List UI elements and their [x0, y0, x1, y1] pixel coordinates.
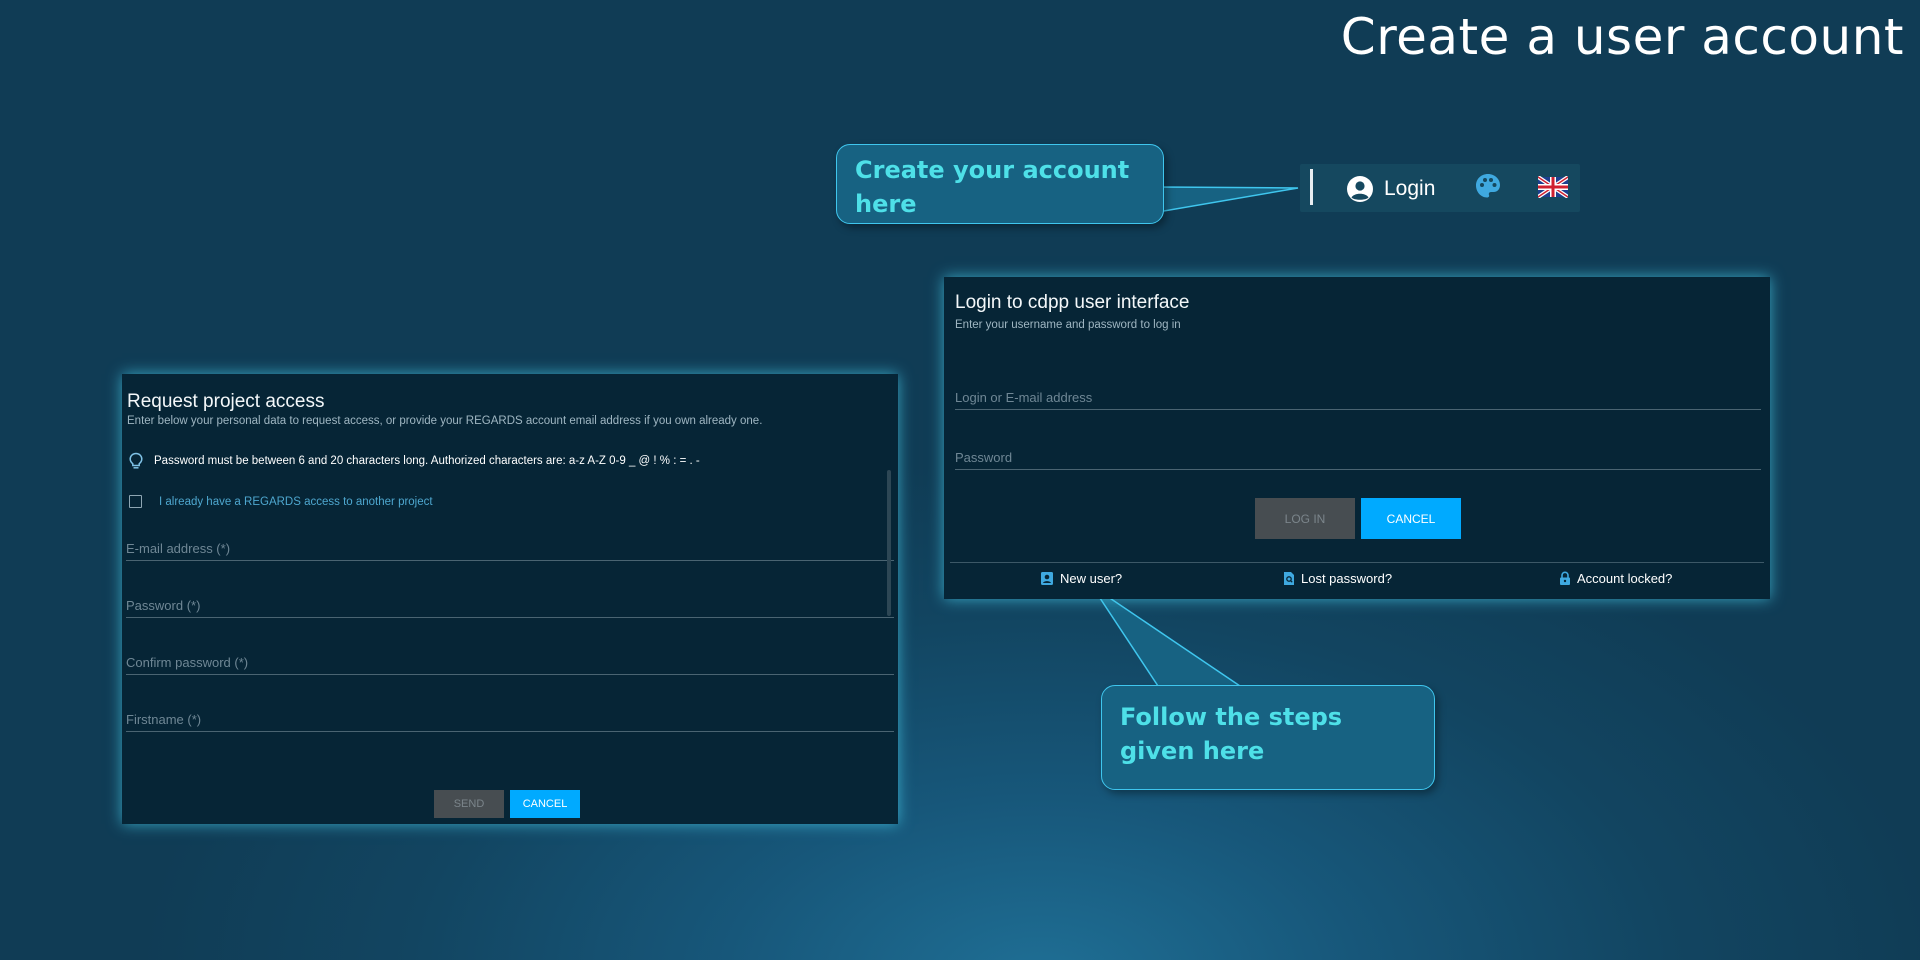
- account-circle-icon: [1347, 176, 1373, 202]
- navbar-login-button[interactable]: Login: [1346, 174, 1435, 204]
- request-access-panel: Request project access Enter below your …: [122, 374, 898, 824]
- log-in-button[interactable]: LOG IN: [1255, 498, 1355, 539]
- top-navbar: Login: [1300, 164, 1580, 212]
- account-box-icon: [1041, 572, 1053, 585]
- navbar-divider: [1310, 169, 1313, 205]
- firstname-field-label: Firstname (*): [126, 712, 202, 727]
- lost-password-link[interactable]: Lost password?: [1283, 571, 1392, 586]
- firstname-field[interactable]: Firstname (*): [126, 709, 894, 732]
- login-footer-divider: [950, 562, 1764, 563]
- send-button[interactable]: SEND: [434, 790, 504, 818]
- login-email-field[interactable]: Login or E-mail address: [955, 387, 1761, 410]
- confirm-password-field-label: Confirm password (*): [126, 655, 249, 670]
- existing-access-label: I already have a REGARDS access to anoth…: [159, 495, 433, 508]
- callout-2-pointer: [1091, 585, 1243, 687]
- navbar-login-label: Login: [1384, 177, 1436, 200]
- new-user-link[interactable]: New user?: [1040, 571, 1122, 586]
- password-tip: Password must be between 6 and 20 charac…: [128, 452, 700, 470]
- login-panel: Login to cdpp user interface Enter your …: [944, 277, 1770, 599]
- lightbulb-icon: [129, 452, 143, 469]
- palette-icon: [1476, 174, 1500, 198]
- request-access-title: Request project access: [127, 391, 325, 412]
- lock-icon: [1560, 571, 1570, 585]
- checkbox-box[interactable]: [129, 495, 142, 508]
- password-tip-text: Password must be between 6 and 20 charac…: [154, 455, 700, 467]
- login-password-field[interactable]: Password: [955, 447, 1761, 470]
- password-field-label: Password (*): [126, 598, 201, 613]
- request-access-subtitle: Enter below your personal data to reques…: [127, 415, 763, 427]
- follow-steps-callout: Follow the steps given here: [1101, 685, 1435, 790]
- login-email-field-label: Login or E-mail address: [955, 390, 1093, 405]
- account-locked-link[interactable]: Account locked?: [1559, 571, 1672, 586]
- lost-password-label: Lost password?: [1301, 571, 1393, 586]
- password-field[interactable]: Password (*): [126, 595, 894, 618]
- confirm-password-field[interactable]: Confirm password (*): [126, 652, 894, 675]
- login-title: Login to cdpp user interface: [955, 292, 1190, 313]
- slide-title: Create a user account: [1340, 8, 1904, 66]
- form-scrollbar[interactable]: [887, 470, 891, 616]
- theme-selector-button[interactable]: [1474, 172, 1502, 205]
- email-field[interactable]: E-mail address (*): [126, 538, 894, 561]
- new-user-label: New user?: [1060, 571, 1123, 586]
- create-account-callout: Create your account here: [836, 144, 1164, 224]
- existing-access-checkbox[interactable]: I already have a REGARDS access to anoth…: [129, 495, 433, 508]
- request-cancel-button[interactable]: CANCEL: [510, 790, 580, 818]
- email-field-label: E-mail address (*): [126, 541, 231, 556]
- callout-1-pointer: [1157, 186, 1299, 213]
- document-search-icon: [1284, 572, 1294, 585]
- login-cancel-button[interactable]: CANCEL: [1361, 498, 1461, 539]
- login-subtitle: Enter your username and password to log …: [955, 319, 1181, 331]
- account-locked-label: Account locked?: [1577, 571, 1673, 586]
- language-selector-button[interactable]: [1536, 175, 1570, 203]
- uk-flag-icon: [1536, 175, 1570, 199]
- login-password-field-label: Password: [955, 450, 1013, 465]
